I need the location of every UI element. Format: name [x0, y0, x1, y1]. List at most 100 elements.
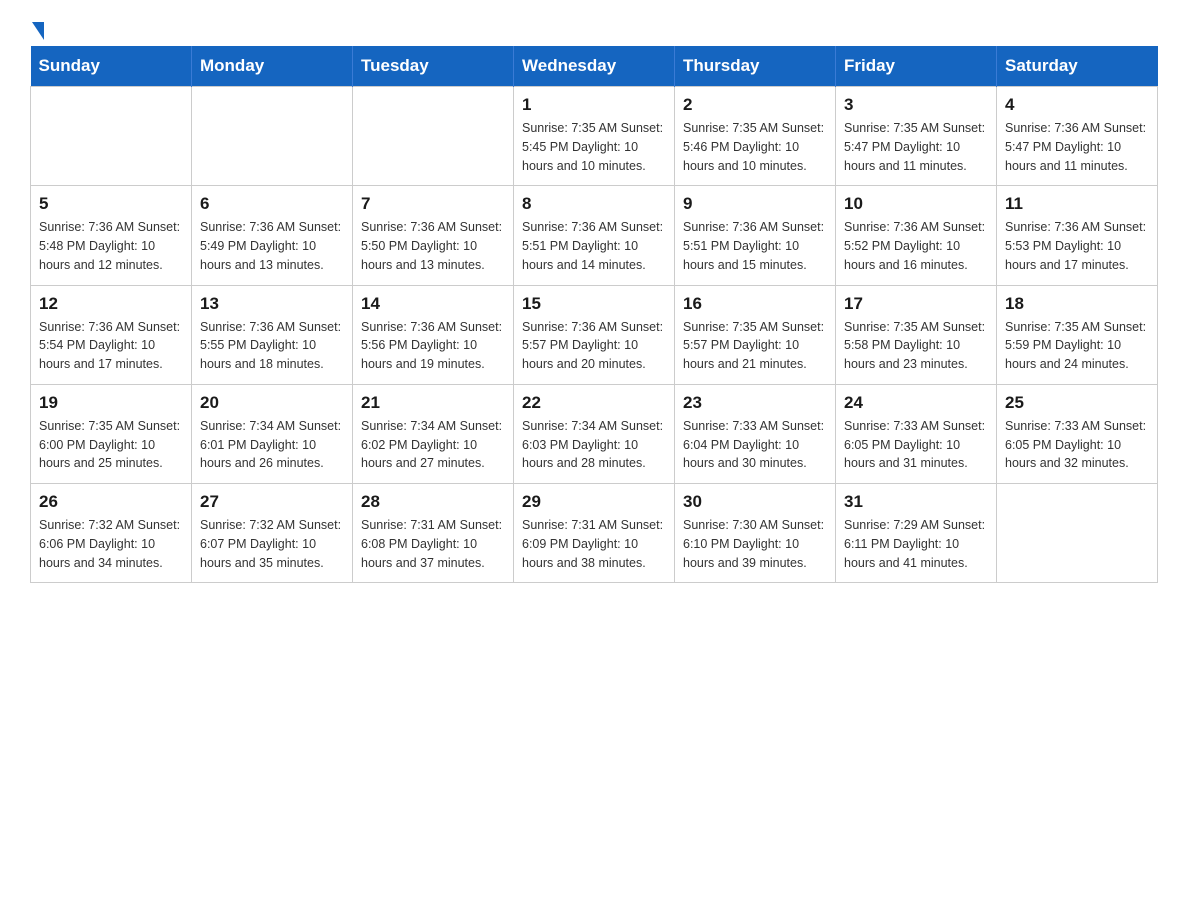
calendar-cell: 30Sunrise: 7:30 AM Sunset: 6:10 PM Dayli… [675, 484, 836, 583]
day-number: 14 [361, 294, 505, 314]
day-header-tuesday: Tuesday [353, 46, 514, 87]
calendar-cell: 7 Sunrise: 7:36 AM Sunset: 5:50 PM Daylig… [353, 186, 514, 285]
calendar-week-2: 5 Sunrise: 7:36 AM Sunset: 5:48 PM Daylig… [31, 186, 1158, 285]
day-info: Sunrise: 7:36 AM Sunset: 5:51 PM Dayligh… [683, 218, 827, 274]
day-info: Sunrise: 7:33 AM Sunset: 6:05 PM Dayligh… [844, 417, 988, 473]
calendar-cell [997, 484, 1158, 583]
calendar-cell: 12 Sunrise: 7:36 AM Sunset: 5:54 PM Dayli… [31, 285, 192, 384]
calendar-cell: 22 Sunrise: 7:34 AM Sunset: 6:03 PM Dayli… [514, 384, 675, 483]
day-header-friday: Friday [836, 46, 997, 87]
calendar-cell [31, 87, 192, 186]
day-number: 30 [683, 492, 827, 512]
day-header-saturday: Saturday [997, 46, 1158, 87]
day-info: Sunrise: 7:35 AM Sunset: 6:00 PM Dayligh… [39, 417, 183, 473]
day-info: Sunrise: 7:31 AM Sunset: 6:09 PM Dayligh… [522, 516, 666, 572]
day-number: 28 [361, 492, 505, 512]
calendar-cell: 18 Sunrise: 7:35 AM Sunset: 5:59 PM Dayli… [997, 285, 1158, 384]
day-info: Sunrise: 7:36 AM Sunset: 5:51 PM Dayligh… [522, 218, 666, 274]
day-number: 1 [522, 95, 666, 115]
day-number: 26 [39, 492, 183, 512]
calendar-cell: 3 Sunrise: 7:35 AM Sunset: 5:47 PM Daylig… [836, 87, 997, 186]
day-info: Sunrise: 7:36 AM Sunset: 5:56 PM Dayligh… [361, 318, 505, 374]
day-number: 25 [1005, 393, 1149, 413]
calendar-cell: 10Sunrise: 7:36 AM Sunset: 5:52 PM Dayli… [836, 186, 997, 285]
page-header [30, 20, 1158, 36]
calendar-cell: 25 Sunrise: 7:33 AM Sunset: 6:05 PM Dayli… [997, 384, 1158, 483]
day-info: Sunrise: 7:33 AM Sunset: 6:05 PM Dayligh… [1005, 417, 1149, 473]
day-info: Sunrise: 7:35 AM Sunset: 5:59 PM Dayligh… [1005, 318, 1149, 374]
day-info: Sunrise: 7:36 AM Sunset: 5:55 PM Dayligh… [200, 318, 344, 374]
day-number: 8 [522, 194, 666, 214]
calendar-cell: 4Sunrise: 7:36 AM Sunset: 5:47 PM Daylig… [997, 87, 1158, 186]
calendar-cell: 27Sunrise: 7:32 AM Sunset: 6:07 PM Dayli… [192, 484, 353, 583]
calendar-cell: 6 Sunrise: 7:36 AM Sunset: 5:49 PM Daylig… [192, 186, 353, 285]
calendar-cell: 20 Sunrise: 7:34 AM Sunset: 6:01 PM Dayli… [192, 384, 353, 483]
day-info: Sunrise: 7:34 AM Sunset: 6:02 PM Dayligh… [361, 417, 505, 473]
day-number: 4 [1005, 95, 1149, 115]
day-number: 17 [844, 294, 988, 314]
day-number: 6 [200, 194, 344, 214]
day-number: 12 [39, 294, 183, 314]
calendar-cell: 1Sunrise: 7:35 AM Sunset: 5:45 PM Daylig… [514, 87, 675, 186]
day-number: 9 [683, 194, 827, 214]
day-number: 31 [844, 492, 988, 512]
day-info: Sunrise: 7:35 AM Sunset: 5:47 PM Dayligh… [844, 119, 988, 175]
day-info: Sunrise: 7:36 AM Sunset: 5:50 PM Dayligh… [361, 218, 505, 274]
day-info: Sunrise: 7:31 AM Sunset: 6:08 PM Dayligh… [361, 516, 505, 572]
calendar-cell: 11 Sunrise: 7:36 AM Sunset: 5:53 PM Dayli… [997, 186, 1158, 285]
day-info: Sunrise: 7:35 AM Sunset: 5:58 PM Dayligh… [844, 318, 988, 374]
day-number: 2 [683, 95, 827, 115]
calendar-cell: 24 Sunrise: 7:33 AM Sunset: 6:05 PM Dayli… [836, 384, 997, 483]
day-number: 22 [522, 393, 666, 413]
calendar-cell [353, 87, 514, 186]
calendar-cell: 9 Sunrise: 7:36 AM Sunset: 5:51 PM Daylig… [675, 186, 836, 285]
calendar-cell [192, 87, 353, 186]
calendar-week-5: 26Sunrise: 7:32 AM Sunset: 6:06 PM Dayli… [31, 484, 1158, 583]
calendar-cell: 28 Sunrise: 7:31 AM Sunset: 6:08 PM Dayli… [353, 484, 514, 583]
day-info: Sunrise: 7:36 AM Sunset: 5:57 PM Dayligh… [522, 318, 666, 374]
day-info: Sunrise: 7:34 AM Sunset: 6:03 PM Dayligh… [522, 417, 666, 473]
calendar-cell: 15 Sunrise: 7:36 AM Sunset: 5:57 PM Dayli… [514, 285, 675, 384]
day-number: 21 [361, 393, 505, 413]
day-number: 23 [683, 393, 827, 413]
day-info: Sunrise: 7:35 AM Sunset: 5:57 PM Dayligh… [683, 318, 827, 374]
calendar-body: 1Sunrise: 7:35 AM Sunset: 5:45 PM Daylig… [31, 87, 1158, 583]
calendar-table: SundayMondayTuesdayWednesdayThursdayFrid… [30, 46, 1158, 583]
calendar-cell: 29Sunrise: 7:31 AM Sunset: 6:09 PM Dayli… [514, 484, 675, 583]
day-number: 20 [200, 393, 344, 413]
calendar-cell: 26Sunrise: 7:32 AM Sunset: 6:06 PM Dayli… [31, 484, 192, 583]
calendar-week-1: 1Sunrise: 7:35 AM Sunset: 5:45 PM Daylig… [31, 87, 1158, 186]
calendar-cell: 31 Sunrise: 7:29 AM Sunset: 6:11 PM Dayli… [836, 484, 997, 583]
day-header-wednesday: Wednesday [514, 46, 675, 87]
day-number: 16 [683, 294, 827, 314]
day-info: Sunrise: 7:36 AM Sunset: 5:52 PM Dayligh… [844, 218, 988, 274]
calendar-cell: 8 Sunrise: 7:36 AM Sunset: 5:51 PM Daylig… [514, 186, 675, 285]
day-info: Sunrise: 7:36 AM Sunset: 5:54 PM Dayligh… [39, 318, 183, 374]
calendar-cell: 16 Sunrise: 7:35 AM Sunset: 5:57 PM Dayli… [675, 285, 836, 384]
day-info: Sunrise: 7:34 AM Sunset: 6:01 PM Dayligh… [200, 417, 344, 473]
day-info: Sunrise: 7:33 AM Sunset: 6:04 PM Dayligh… [683, 417, 827, 473]
day-number: 24 [844, 393, 988, 413]
day-number: 19 [39, 393, 183, 413]
calendar-cell: 14 Sunrise: 7:36 AM Sunset: 5:56 PM Dayli… [353, 285, 514, 384]
day-header-thursday: Thursday [675, 46, 836, 87]
day-info: Sunrise: 7:36 AM Sunset: 5:48 PM Dayligh… [39, 218, 183, 274]
calendar-week-3: 12 Sunrise: 7:36 AM Sunset: 5:54 PM Dayli… [31, 285, 1158, 384]
day-number: 5 [39, 194, 183, 214]
day-number: 3 [844, 95, 988, 115]
day-info: Sunrise: 7:35 AM Sunset: 5:46 PM Dayligh… [683, 119, 827, 175]
day-info: Sunrise: 7:36 AM Sunset: 5:49 PM Dayligh… [200, 218, 344, 274]
day-info: Sunrise: 7:36 AM Sunset: 5:53 PM Dayligh… [1005, 218, 1149, 274]
calendar-cell: 21 Sunrise: 7:34 AM Sunset: 6:02 PM Dayli… [353, 384, 514, 483]
day-info: Sunrise: 7:29 AM Sunset: 6:11 PM Dayligh… [844, 516, 988, 572]
calendar-cell: 23 Sunrise: 7:33 AM Sunset: 6:04 PM Dayli… [675, 384, 836, 483]
day-number: 11 [1005, 194, 1149, 214]
calendar-cell: 5 Sunrise: 7:36 AM Sunset: 5:48 PM Daylig… [31, 186, 192, 285]
day-header-monday: Monday [192, 46, 353, 87]
day-number: 15 [522, 294, 666, 314]
day-number: 18 [1005, 294, 1149, 314]
calendar-cell: 19 Sunrise: 7:35 AM Sunset: 6:00 PM Dayli… [31, 384, 192, 483]
calendar-week-4: 19 Sunrise: 7:35 AM Sunset: 6:00 PM Dayli… [31, 384, 1158, 483]
calendar-cell: 17 Sunrise: 7:35 AM Sunset: 5:58 PM Dayli… [836, 285, 997, 384]
day-number: 7 [361, 194, 505, 214]
